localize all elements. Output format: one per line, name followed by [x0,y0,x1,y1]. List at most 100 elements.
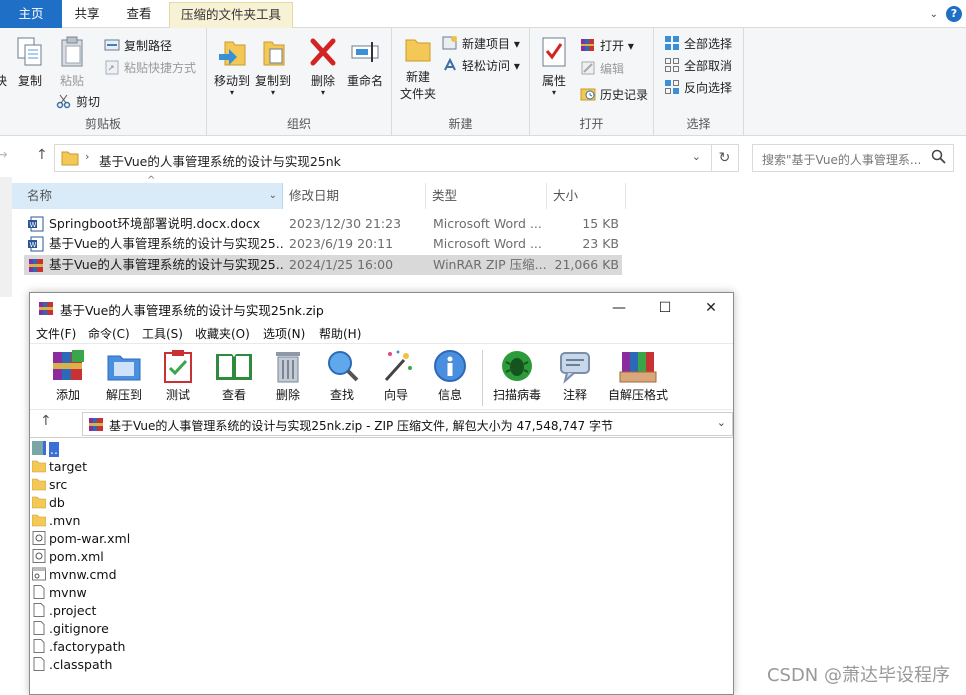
paste-button[interactable]: 粘贴 [56,36,88,89]
column-filter-chevron-icon[interactable]: ⌄ [269,183,277,209]
list-item-name: pom.xml [49,549,104,564]
menu-options[interactable]: 选项(N) [263,325,305,342]
cut-button[interactable]: 剪切 [56,92,100,112]
file-row[interactable]: W Springboot环境部署说明.docx.docx 2023/12/30 … [24,214,622,234]
copy-button[interactable]: 复制 [14,36,46,89]
forward-arrow-icon[interactable]: → [0,147,8,163]
paste-shortcut-button[interactable]: 粘贴快捷方式 [104,58,196,78]
menu-commands[interactable]: 命令(C) [88,325,130,342]
refresh-button[interactable]: ↻ [711,144,739,172]
winrar-title-bar[interactable]: 基于Vue的人事管理系统的设计与实现25nk.zip — ☐ ✕ [30,293,733,323]
column-divider[interactable] [625,183,626,209]
view-button[interactable]: 查看 [212,348,256,403]
address-bar[interactable]: › 基于Vue的人事管理系统的设计与实现25nk ⌄ [54,144,712,172]
column-header-type[interactable]: 类型 [432,183,542,209]
view-book-icon [216,354,252,380]
test-label: 测试 [165,388,190,402]
list-item-name: src [49,477,68,492]
list-item[interactable]: pom.xml [32,548,104,566]
organize-group-label: 组织 [286,117,311,131]
xml-file-icon [32,549,46,563]
rename-button[interactable]: 重命名 [343,36,387,89]
delete-label: 删除 [310,74,335,88]
menu-file[interactable]: 文件(F) [36,325,76,342]
info-button[interactable]: 信息 [430,348,470,403]
list-item[interactable]: src [32,476,67,494]
easy-access-button[interactable]: 轻松访问 ▾ [442,56,520,76]
ribbon-collapse-chevron-icon[interactable]: ⌄ [930,9,938,20]
list-item[interactable]: pom-war.xml [32,530,130,548]
wizard-button[interactable]: 向导 [376,348,416,403]
copy-to-button[interactable]: 复制到 ▾ [253,36,293,97]
menu-tools[interactable]: 工具(S) [142,325,183,342]
menu-favorites[interactable]: 收藏夹(O) [195,325,250,342]
new-item-button[interactable]: 新建项目 ▾ [442,34,520,54]
list-item[interactable]: mvnw.cmd [32,566,117,584]
history-button[interactable]: 历史记录 [580,85,648,105]
minimize-button[interactable]: — [596,293,642,323]
refresh-icon: ↻ [718,150,731,166]
copy-path-button[interactable]: 复制路径 [104,36,172,56]
extract-to-button[interactable]: 解压到 [102,348,146,403]
folder-icon [61,151,79,166]
new-folder-button[interactable]: 新建 文件夹 [398,36,438,102]
list-item[interactable]: .classpath [32,656,112,674]
open-group: 属性 ▾ 打开 ▾ 编辑 历史记录 打开 [530,28,654,136]
archive-path-text: 基于Vue的人事管理系统的设计与实现25nk.zip - ZIP 压缩文件, 解… [109,419,614,433]
tab-view[interactable]: 查看 [114,2,164,28]
list-item[interactable]: target [32,458,87,476]
add-button[interactable]: 添加 [48,348,88,403]
properties-button[interactable]: 属性 ▾ [536,36,572,97]
properties-checkmark-icon [542,37,566,67]
up-arrow-icon[interactable]: ↑ [36,147,48,163]
column-header-size[interactable]: 大小 [553,183,623,209]
tab-compressed-folder-tools[interactable]: 压缩的文件夹工具 [169,2,293,28]
list-item[interactable]: db [32,494,65,512]
select-none-button[interactable]: 全部取消 [664,56,732,76]
file-row[interactable]: W 基于Vue的人事管理系统的设计与实现25... 2023/6/19 20:1… [24,234,622,254]
tab-home[interactable]: 主页 [0,0,62,28]
folder-icon [32,496,46,509]
up-folder-arrow-icon[interactable]: ↑ [40,413,52,429]
address-dropdown-chevron-icon[interactable]: ⌄ [692,150,701,163]
comment-button[interactable]: 注释 [555,348,595,403]
list-item[interactable]: .gitignore [32,620,109,638]
menu-help[interactable]: 帮助(H) [319,325,361,342]
trash-can-icon [276,352,300,383]
test-button[interactable]: 测试 [158,348,198,403]
delete-button[interactable]: 删除 ▾ [307,36,339,97]
search-input[interactable]: 搜索"基于Vue的人事管理系... [752,144,954,172]
column-header-date[interactable]: 修改日期 [289,183,424,209]
find-button[interactable]: 查找 [322,348,362,403]
column-divider[interactable] [546,183,547,209]
column-divider[interactable] [425,183,426,209]
winrar-window: 基于Vue的人事管理系统的设计与实现25nk.zip — ☐ ✕ 文件(F) 命… [29,292,734,695]
path-dropdown-chevron-icon[interactable]: ⌄ [717,416,726,429]
list-item[interactable]: mvnw [32,584,87,602]
xml-file-icon [32,531,46,545]
sfx-button[interactable]: 自解压格式 [605,348,671,403]
file-type: Microsoft Word ... [433,216,542,231]
move-to-button[interactable]: 移动到 ▾ [212,36,252,97]
list-item[interactable]: .mvn [32,512,80,530]
file-row-selected[interactable]: 基于Vue的人事管理系统的设计与实现25... 2024/1/25 16:00 … [24,255,622,275]
archive-path-dropdown[interactable]: 基于Vue的人事管理系统的设计与实现25nk.zip - ZIP 压缩文件, 解… [82,412,733,436]
file-date: 2023/6/19 20:11 [289,236,394,251]
select-all-button[interactable]: 全部选择 [664,34,732,54]
maximize-button[interactable]: ☐ [642,293,688,323]
pin-quick-access-partial-label[interactable]: 快 [0,72,8,89]
edit-button[interactable]: 编辑 [580,59,624,79]
open-button[interactable]: 打开 ▾ [580,36,634,56]
invert-selection-button[interactable]: 反向选择 [664,78,732,98]
column-header-name[interactable]: 名称 ⌄ [12,183,283,209]
scan-virus-button[interactable]: 扫描病毒 [490,348,544,403]
delete-archive-button[interactable]: 删除 [268,348,308,403]
paste-label: 粘贴 [59,74,84,88]
list-item[interactable]: .. [32,440,59,458]
ribbon: 快 复制 粘贴 复制路径 粘贴快捷方式 剪切 剪贴板 移动到 ▾ 复制到 ▾ 删… [0,28,966,136]
list-item[interactable]: .project [32,602,96,620]
help-icon[interactable]: ? [946,6,962,22]
close-button[interactable]: ✕ [688,293,734,323]
tab-share[interactable]: 共享 [62,2,112,28]
list-item[interactable]: .factorypath [32,638,125,656]
